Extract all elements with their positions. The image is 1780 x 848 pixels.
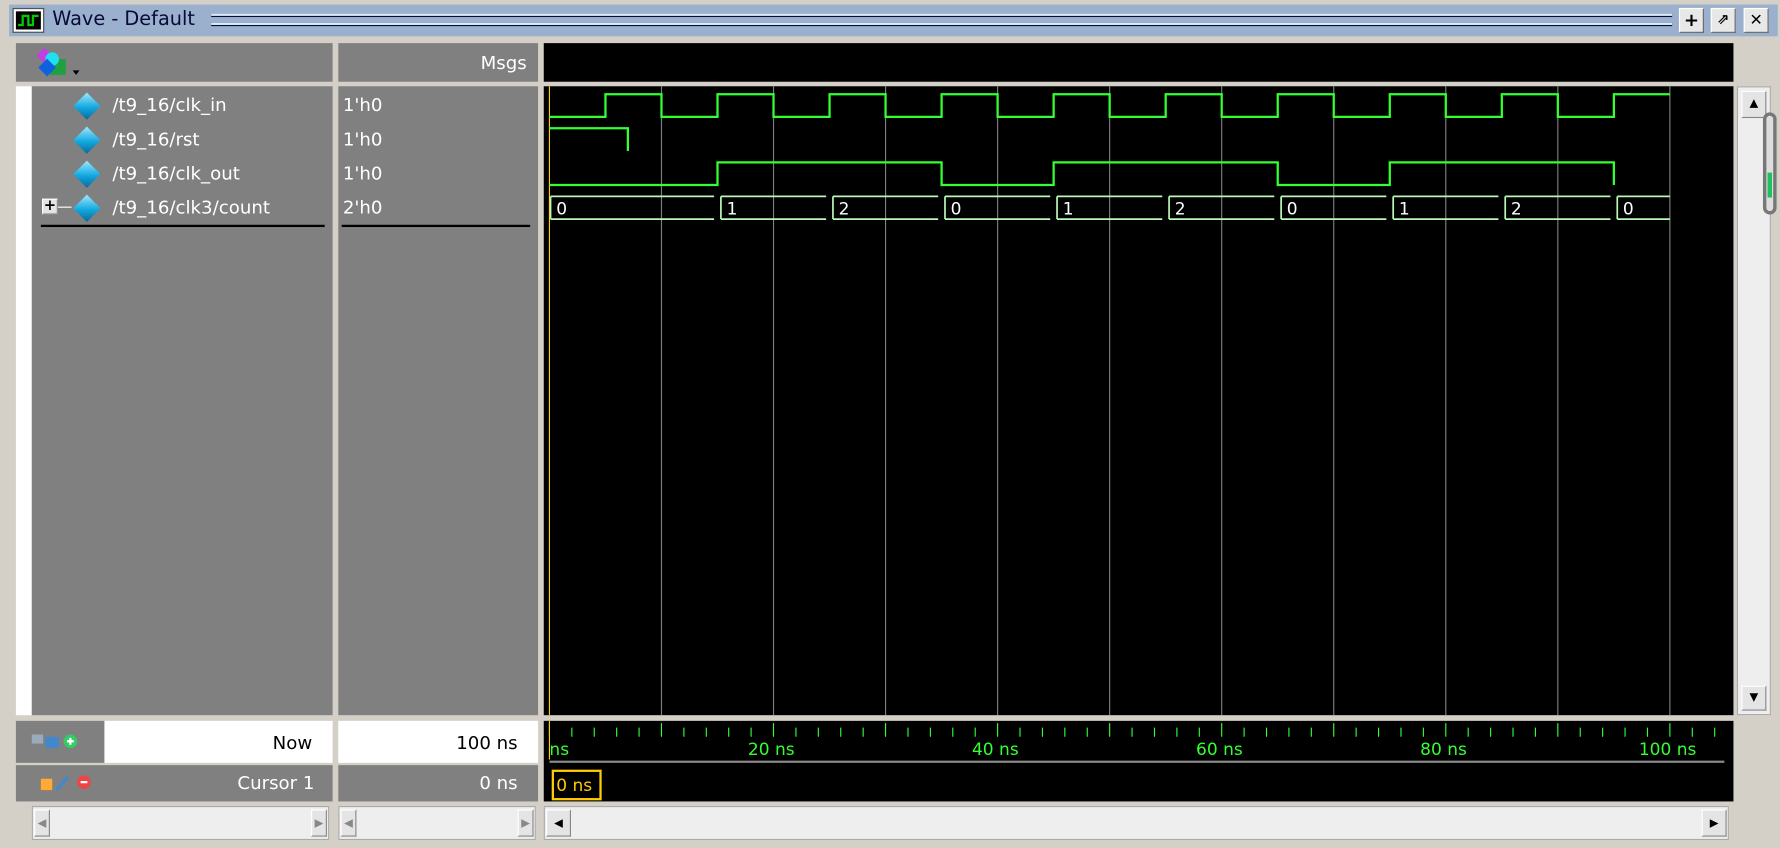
scroll-left-button[interactable]: ◀	[340, 809, 357, 837]
count-value-label: 1	[1063, 200, 1074, 220]
signal-name[interactable]: /t9_16/clk_out	[112, 162, 239, 184]
cursor-label: Cursor 1	[237, 771, 315, 794]
msgs-label: Msgs	[480, 52, 527, 74]
title-grip	[211, 22, 1673, 27]
signal-value: 2'h0	[342, 196, 383, 218]
count-value-label: 1	[1399, 200, 1410, 220]
title-bar[interactable]: Wave - Default + ⇗ ✕	[9, 4, 1778, 37]
cursor-lock-icon[interactable]	[16, 765, 107, 801]
cursor-row[interactable]: Cursor 1	[15, 765, 333, 802]
cursor-marker[interactable]: 0 ns	[551, 769, 602, 801]
insertion-line	[40, 224, 325, 228]
scroll-left-button[interactable]: ◀	[34, 809, 50, 837]
title-grip	[211, 13, 1673, 18]
clk-in-wave	[549, 93, 1670, 119]
timeline-label: 20 ns	[748, 740, 795, 760]
add-signal-icon[interactable]	[36, 47, 81, 84]
values-header: Msgs	[338, 43, 539, 82]
signal-name[interactable]: /t9_16/clk3/count	[112, 196, 270, 218]
timeline-label: 100 ns	[1639, 740, 1697, 760]
count-value-label: 2	[839, 200, 850, 220]
scroll-left-button[interactable]: ◀	[546, 809, 572, 837]
count-value-label: 0	[1623, 200, 1634, 220]
timeline-ruler[interactable]: ns 20 ns 40 ns 60 ns 80 ns 100 ns	[543, 720, 1734, 802]
now-label: Now	[272, 732, 313, 754]
names-hscrollbar[interactable]: ◀ ▶	[31, 805, 330, 841]
timeline-label: ns	[549, 740, 569, 760]
wave-header	[543, 43, 1734, 82]
now-value-cell: 100 ns	[338, 720, 539, 763]
timeline-label: 80 ns	[1420, 740, 1467, 760]
signal-value: 1'h0	[342, 128, 383, 150]
close-button[interactable]: ✕	[1743, 7, 1769, 33]
scroll-right-button[interactable]: ▶	[517, 809, 534, 837]
signal-name[interactable]: /t9_16/clk_in	[112, 94, 226, 116]
count-value-label: 2	[1511, 200, 1522, 220]
signal-value: 1'h0	[342, 162, 383, 184]
scroll-right-button[interactable]: ▶	[1701, 809, 1727, 837]
timeline-label: 40 ns	[972, 740, 1019, 760]
waveform-area[interactable]: 0 1 2 0 1 2 0 1 2 0	[543, 86, 1734, 716]
now-icons	[15, 720, 105, 763]
now-value: 100 ns	[456, 732, 518, 754]
values-hscrollbar[interactable]: ◀ ▶	[338, 805, 536, 841]
count-bus-segment	[549, 195, 715, 220]
names-header	[15, 43, 333, 84]
count-value-label: 2	[1175, 200, 1186, 220]
count-value-label: 0	[951, 200, 962, 220]
count-value-label: 1	[727, 200, 738, 220]
count-value-label: 0	[556, 200, 567, 220]
now-row: Now	[104, 720, 333, 763]
scroll-right-button[interactable]: ▶	[311, 809, 327, 837]
scroll-thumb[interactable]	[1762, 112, 1777, 215]
tree-line	[57, 206, 72, 208]
dock-button[interactable]: +	[1678, 7, 1704, 33]
count-value-label: 0	[1287, 200, 1298, 220]
wave-hscrollbar[interactable]: ◀ ▶	[543, 805, 1729, 841]
scroll-down-button[interactable]: ▼	[1741, 685, 1767, 711]
signal-name[interactable]: /t9_16/rst	[112, 128, 199, 150]
signal-value: 1'h0	[342, 94, 383, 116]
window-title: Wave - Default	[52, 7, 195, 31]
vertical-scrollbar[interactable]: ▲ ▼	[1736, 86, 1777, 716]
clk-out-wave	[549, 161, 1615, 187]
scroll-up-button[interactable]: ▲	[1741, 90, 1767, 119]
undock-button[interactable]: ⇗	[1710, 7, 1736, 33]
insertion-line	[341, 224, 531, 228]
expand-button[interactable]: +	[42, 198, 58, 215]
cursor-value: 0 ns	[479, 771, 518, 794]
rst-wave	[549, 127, 630, 151]
names-gutter	[15, 86, 32, 716]
wave-window-icon	[12, 7, 45, 33]
timeline-label: 60 ns	[1196, 740, 1243, 760]
cursor-value-cell: 0 ns	[338, 765, 539, 802]
